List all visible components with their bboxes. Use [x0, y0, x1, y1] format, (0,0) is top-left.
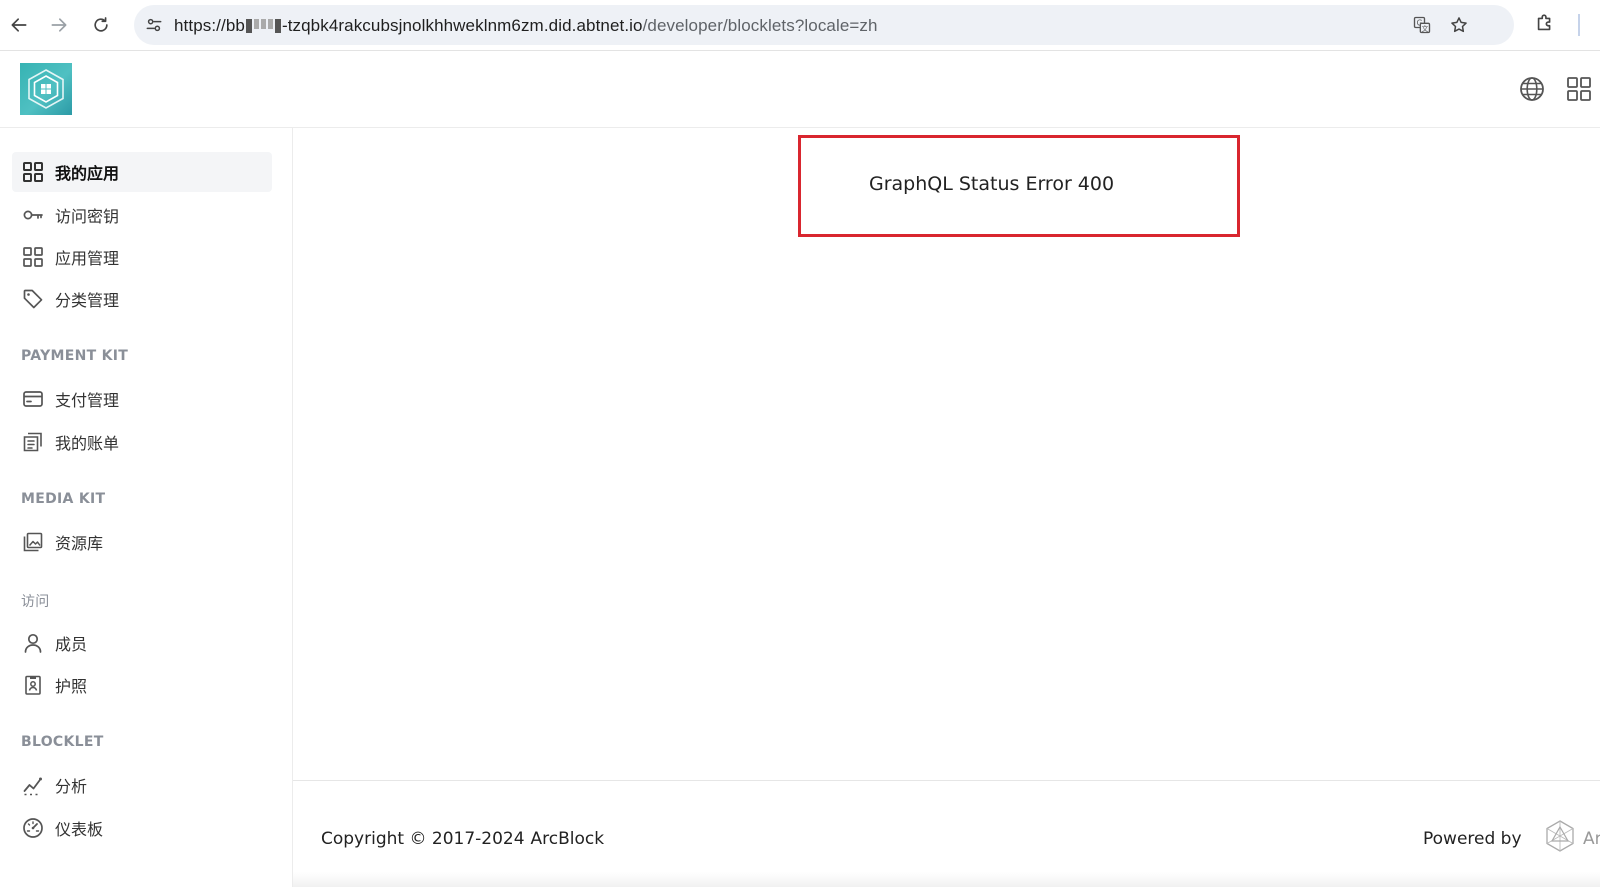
- footer-shadow: [293, 872, 1600, 887]
- tag-icon: [22, 288, 44, 310]
- redaction-mark: [260, 19, 266, 29]
- url-path: /developer/blocklets?locale=zh: [642, 16, 878, 35]
- redaction-mark: [267, 19, 273, 29]
- app-header: [0, 51, 1600, 128]
- apps-menu-button[interactable]: [1564, 74, 1594, 104]
- copyright-brand: ArcBlock: [530, 829, 605, 849]
- sidebar-item-dashboard[interactable]: 仪表板: [12, 808, 272, 848]
- site-info-button[interactable]: [140, 11, 168, 39]
- arrow-left-icon: [11, 18, 27, 32]
- svg-text:文: 文: [1422, 24, 1429, 33]
- bookmark-button[interactable]: [1447, 13, 1471, 37]
- sidebar: 我的应用 访问密钥 应用管理 分类管理 PAYMENT KIT 支付管理 我的账…: [0, 128, 293, 887]
- app-logo[interactable]: [20, 63, 72, 115]
- analytics-icon: [22, 774, 44, 796]
- image-library-icon: [22, 531, 44, 553]
- puzzle-icon: [1537, 14, 1551, 31]
- sidebar-item-category-management[interactable]: 分类管理: [12, 279, 272, 319]
- section-title-media-kit: MEDIA KIT: [21, 491, 106, 507]
- sidebar-item-analytics[interactable]: 分析: [12, 765, 272, 805]
- reload-button[interactable]: [85, 9, 117, 41]
- sidebar-item-payment-management[interactable]: 支付管理: [12, 379, 272, 419]
- translate-button[interactable]: G文: [1410, 13, 1434, 37]
- sidebar-item-my-apps[interactable]: 我的应用: [12, 152, 272, 192]
- sidebar-item-label: 分类管理: [55, 291, 120, 310]
- url-prefix: https://bb: [174, 16, 245, 35]
- copyright-text: Copyright © 2017-2024 ArcBlock: [321, 829, 604, 849]
- redaction-mark: [274, 19, 281, 33]
- sidebar-item-label: 资源库: [55, 534, 104, 553]
- sidebar-item-access-keys[interactable]: 访问密钥: [12, 195, 272, 235]
- sidebar-item-label: 分析: [55, 777, 88, 796]
- section-title-blocklet: BLOCKLET: [21, 734, 104, 750]
- arrow-right-icon: [51, 18, 67, 32]
- forward-button[interactable]: [43, 9, 75, 41]
- sidebar-item-label: 应用管理: [55, 249, 120, 268]
- browser-toolbar: https://bb -tzqbk4rakcubsjnolkhhweklnm6zm…: [0, 0, 1600, 51]
- globe-icon: [1520, 77, 1544, 101]
- passport-icon: [22, 674, 44, 696]
- language-button[interactable]: [1517, 74, 1547, 104]
- redaction-mark: [245, 19, 252, 33]
- dashboard-gauge-icon: [22, 817, 44, 839]
- sidebar-item-label: 支付管理: [55, 391, 120, 410]
- tune-icon: [146, 18, 162, 32]
- url-text[interactable]: https://bb -tzqbk4rakcubsjnolkhhweklnm6zm…: [174, 16, 878, 36]
- sidebar-item-passport[interactable]: 护照: [12, 665, 272, 705]
- sidebar-item-members[interactable]: 成员: [12, 623, 272, 663]
- arcblock-logo-icon[interactable]: [1543, 819, 1577, 853]
- key-icon: [22, 204, 44, 226]
- sidebar-item-label: 我的账单: [55, 434, 120, 453]
- main-content: GraphQL Status Error 400: [293, 128, 1600, 780]
- toolbar-divider: [1578, 14, 1580, 36]
- sidebar-item-resource-library[interactable]: 资源库: [12, 522, 272, 562]
- error-message: GraphQL Status Error 400: [869, 173, 1115, 195]
- url-host: -tzqbk4rakcubsjnolkhhweklnm6zm.did.abtne…: [281, 16, 643, 35]
- error-highlight-box: GraphQL Status Error 400: [798, 135, 1240, 237]
- back-button[interactable]: [3, 9, 35, 41]
- sidebar-item-label: 护照: [55, 677, 88, 696]
- sidebar-item-my-bills[interactable]: 我的账单: [12, 422, 272, 462]
- sidebar-item-label: 成员: [55, 635, 88, 654]
- user-icon: [22, 632, 44, 654]
- copyright-label: Copyright © 2017-2024: [321, 829, 525, 849]
- translate-icon: G文: [1413, 16, 1431, 34]
- section-title-access: 访问: [21, 594, 50, 610]
- powered-by-brand[interactable]: Ar: [1583, 829, 1600, 849]
- section-title-payment-kit: PAYMENT KIT: [21, 348, 129, 364]
- receipt-icon: [22, 431, 44, 453]
- sidebar-item-app-management[interactable]: 应用管理: [12, 237, 272, 277]
- sidebar-item-label: 我的应用: [55, 164, 120, 183]
- extensions-button[interactable]: [1534, 12, 1558, 36]
- grid-icon: [22, 161, 44, 183]
- sidebar-item-label: 仪表板: [55, 820, 104, 839]
- hexagon-logo-icon: [28, 69, 64, 109]
- redaction-mark: [253, 19, 259, 29]
- sidebar-item-label: 访问密钥: [55, 207, 120, 226]
- credit-card-icon: [22, 388, 44, 410]
- grid-icon: [1567, 77, 1591, 101]
- powered-by-label: Powered by: [1423, 829, 1522, 849]
- star-icon: [1451, 17, 1467, 33]
- address-bar[interactable]: https://bb -tzqbk4rakcubsjnolkhhweklnm6zm…: [134, 5, 1514, 45]
- grid-icon: [22, 246, 44, 268]
- reload-icon: [94, 17, 108, 32]
